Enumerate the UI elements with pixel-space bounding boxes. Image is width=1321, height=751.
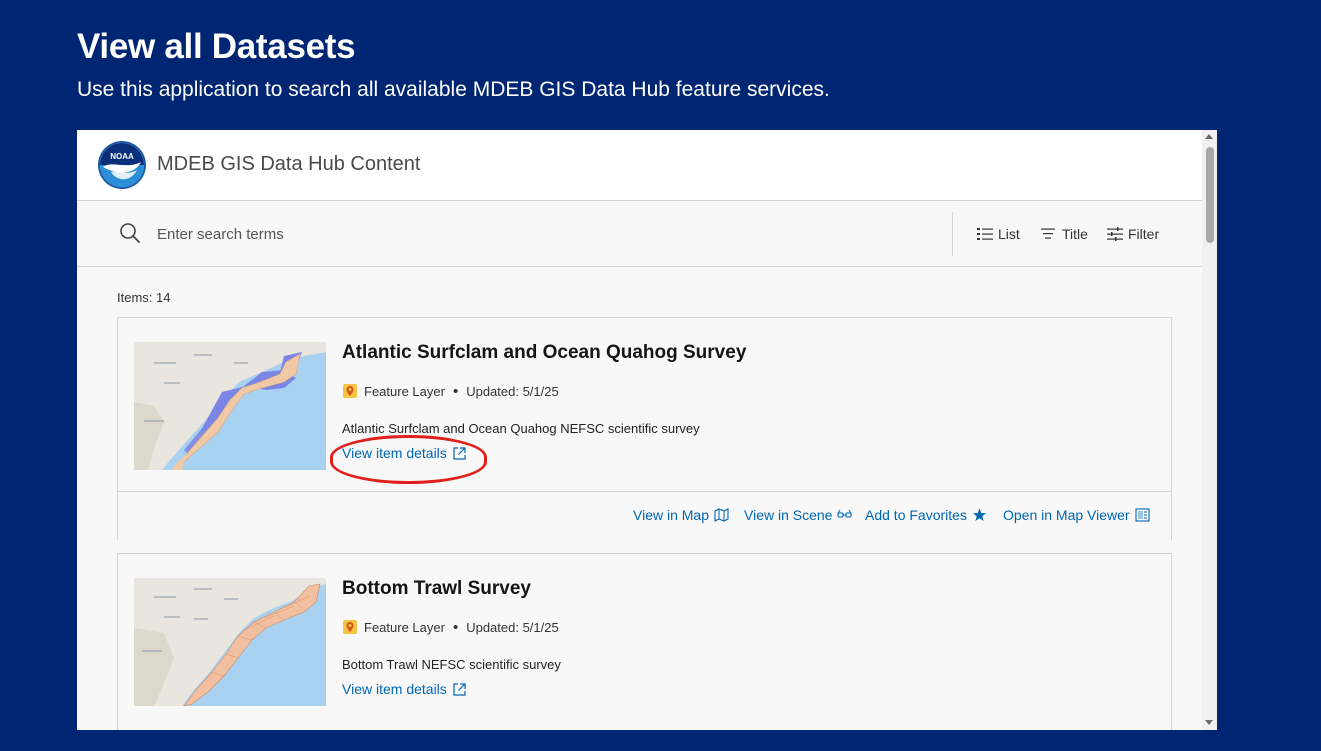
add-to-favorites-label: Add to Favorites <box>865 507 967 523</box>
dataset-card: Bottom Trawl Survey Feature Layer • Upda… <box>117 553 1172 730</box>
dataset-type: Feature Layer <box>364 619 445 635</box>
search-divider <box>952 212 953 256</box>
view-in-scene-label: View in Scene <box>744 507 833 523</box>
dataset-type: Feature Layer <box>364 383 445 399</box>
view-item-details-link[interactable]: View item details <box>342 445 467 461</box>
view-in-map-label: View in Map <box>633 507 710 523</box>
map-icon <box>714 508 729 522</box>
app-frame: NOAA MDEB GIS Data Hub Content List Titl <box>77 130 1217 730</box>
dataset-card: Atlantic Surfclam and Ocean Quahog Surve… <box>117 317 1172 540</box>
external-link-icon <box>453 446 466 460</box>
dataset-meta: Feature Layer • Updated: 5/1/25 <box>342 383 559 399</box>
sort-title-button[interactable]: Title <box>1041 223 1088 245</box>
dataset-description: Bottom Trawl NEFSC scientific survey <box>342 657 561 672</box>
view-item-details-label: View item details <box>342 445 447 461</box>
list-label: List <box>998 226 1020 242</box>
page-subtitle: Use this application to search all avail… <box>77 78 830 101</box>
map-viewer-icon <box>1135 508 1150 522</box>
svg-text:NOAA: NOAA <box>110 152 134 161</box>
scrollbar[interactable] <box>1202 130 1217 730</box>
star-icon <box>972 508 986 521</box>
dataset-updated: Updated: 5/1/25 <box>466 619 559 635</box>
scroll-up-arrow-icon[interactable] <box>1205 134 1213 139</box>
dataset-description: Atlantic Surfclam and Ocean Quahog NEFSC… <box>342 421 700 436</box>
add-to-favorites-button[interactable]: Add to Favorites <box>865 507 987 523</box>
card-actions: View in Map View in Scene Add to Favorit… <box>118 491 1171 540</box>
page-title: View all Datasets <box>77 27 356 66</box>
app-title: MDEB GIS Data Hub Content <box>157 153 421 175</box>
dataset-updated: Updated: 5/1/25 <box>466 383 559 399</box>
meta-separator: • <box>452 382 459 400</box>
search-icon <box>120 223 140 243</box>
dataset-meta: Feature Layer • Updated: 5/1/25 <box>342 619 559 635</box>
list-icon <box>977 228 993 240</box>
filter-icon <box>1107 227 1123 241</box>
view-in-map-button[interactable]: View in Map <box>633 507 729 523</box>
filter-label: Filter <box>1128 226 1160 242</box>
view-in-scene-button[interactable]: View in Scene <box>744 507 853 523</box>
feature-layer-icon <box>343 620 357 634</box>
open-in-map-viewer-button[interactable]: Open in Map Viewer <box>1003 507 1150 523</box>
scroll-down-arrow-icon[interactable] <box>1205 720 1213 725</box>
feature-layer-icon <box>343 384 357 398</box>
items-count: Items: 14 <box>117 290 171 305</box>
dataset-thumbnail[interactable] <box>134 342 326 470</box>
app-header: NOAA MDEB GIS Data Hub Content <box>77 130 1202 201</box>
open-in-map-viewer-label: Open in Map Viewer <box>1003 507 1130 523</box>
meta-separator: • <box>452 618 459 636</box>
search-input[interactable] <box>157 219 857 249</box>
view-item-details-label: View item details <box>342 681 447 697</box>
dataset-title[interactable]: Atlantic Surfclam and Ocean Quahog Surve… <box>342 342 746 364</box>
view-item-details-link[interactable]: View item details <box>342 681 467 697</box>
sort-icon <box>1041 228 1055 239</box>
scroll-thumb[interactable] <box>1206 147 1214 243</box>
list-view-button[interactable]: List <box>977 223 1020 245</box>
title-label: Title <box>1062 226 1088 242</box>
filter-button[interactable]: Filter <box>1107 223 1159 245</box>
scene-glasses-icon <box>837 509 853 518</box>
dataset-title[interactable]: Bottom Trawl Survey <box>342 578 531 600</box>
dataset-thumbnail[interactable] <box>134 578 326 706</box>
noaa-logo: NOAA <box>98 141 146 189</box>
external-link-icon <box>453 682 466 696</box>
search-bar: List Title Filter <box>77 201 1202 267</box>
